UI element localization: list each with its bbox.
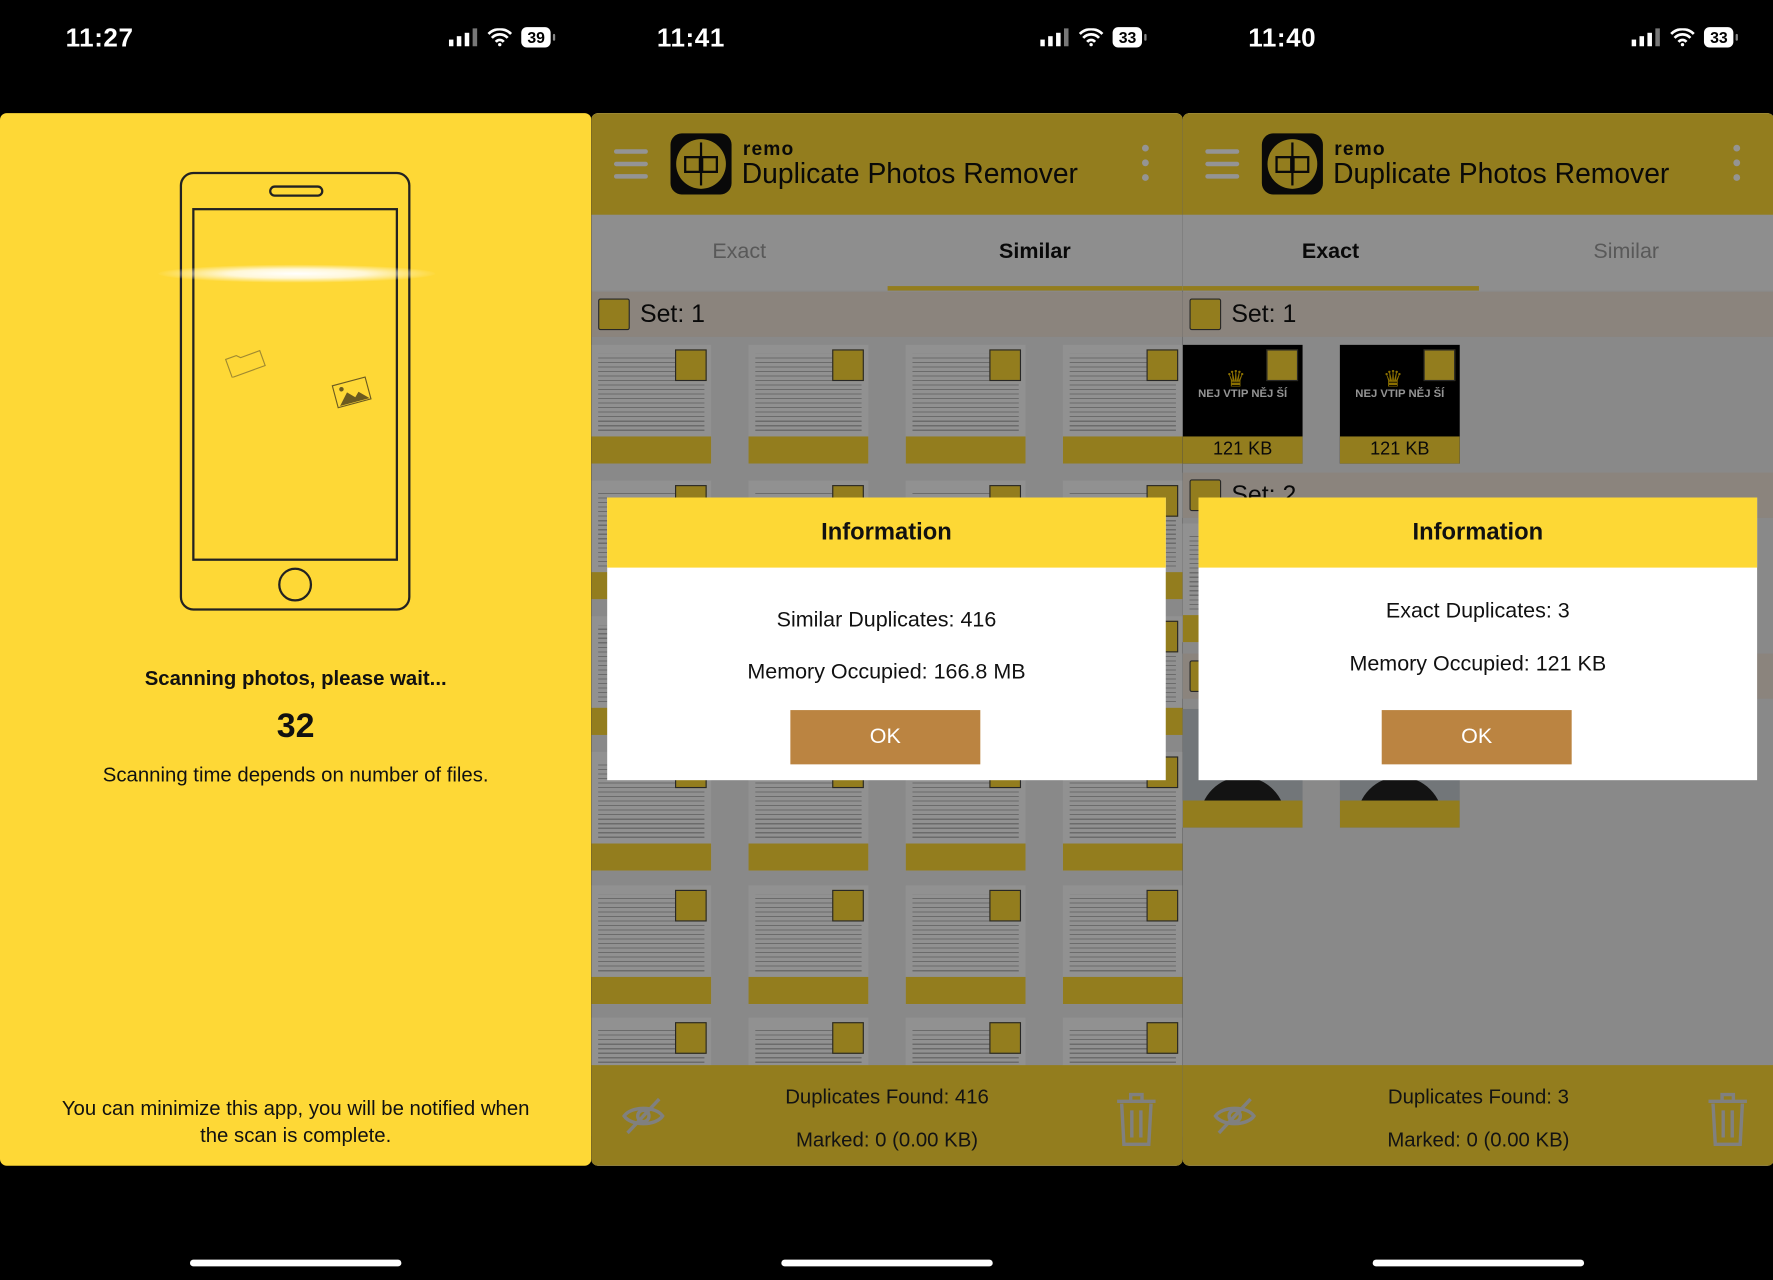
folder-icon (224, 349, 266, 378)
home-indicator[interactable] (781, 1259, 993, 1267)
signal-icon (449, 28, 478, 47)
wifi-icon (1670, 28, 1696, 47)
duplicates-count: Similar Duplicates: 416 (776, 608, 997, 633)
phone-illustration (179, 171, 411, 611)
wifi-icon (1079, 28, 1104, 47)
minimize-hint: You can minimize this app, you will be n… (61, 1096, 530, 1147)
signal-icon (1040, 28, 1069, 47)
status-time: 11:27 (65, 22, 134, 53)
scan-note: Scanning time depends on number of files… (102, 763, 489, 786)
status-time: 11:41 (656, 22, 725, 53)
status-time: 11:40 (1248, 22, 1317, 53)
information-dialog: Information Exact Duplicates: 3 Memory O… (1198, 497, 1758, 781)
battery-indicator: 33 (1704, 27, 1738, 48)
battery-indicator: 39 (521, 27, 555, 48)
status-bar: 11:41 33 (591, 0, 1182, 113)
status-bar: 11:27 39 (0, 0, 591, 113)
ok-button[interactable]: OK (1381, 710, 1572, 765)
dialog-title: Information (607, 497, 1166, 568)
scan-status: Scanning photos, please wait... (144, 667, 447, 690)
memory-occupied: Memory Occupied: 121 KB (1349, 652, 1607, 677)
information-dialog: Information Similar Duplicates: 416 Memo… (607, 497, 1166, 781)
image-icon (331, 376, 372, 409)
duplicates-count: Exact Duplicates: 3 (1385, 599, 1570, 624)
similar-results-screen: 11:41 33 remo Duplicate Photos Remover E… (591, 0, 1183, 1280)
signal-icon (1632, 28, 1661, 47)
home-indicator[interactable] (189, 1259, 402, 1267)
scan-count: 32 (276, 707, 315, 746)
home-indicator[interactable] (1372, 1259, 1585, 1267)
dialog-title: Information (1198, 497, 1758, 568)
scan-beam (158, 264, 436, 283)
ok-button[interactable]: OK (790, 710, 981, 765)
status-bar: 11:40 33 (1183, 0, 1773, 113)
wifi-icon (487, 28, 513, 47)
scanning-screen: 11:27 39 Scanning photos, please wait...… (0, 0, 592, 1280)
battery-indicator: 33 (1113, 27, 1146, 48)
memory-occupied: Memory Occupied: 166.8 MB (747, 660, 1026, 685)
exact-results-screen: 11:40 33 remo Duplicate Photos Remover E… (1182, 0, 1773, 1280)
